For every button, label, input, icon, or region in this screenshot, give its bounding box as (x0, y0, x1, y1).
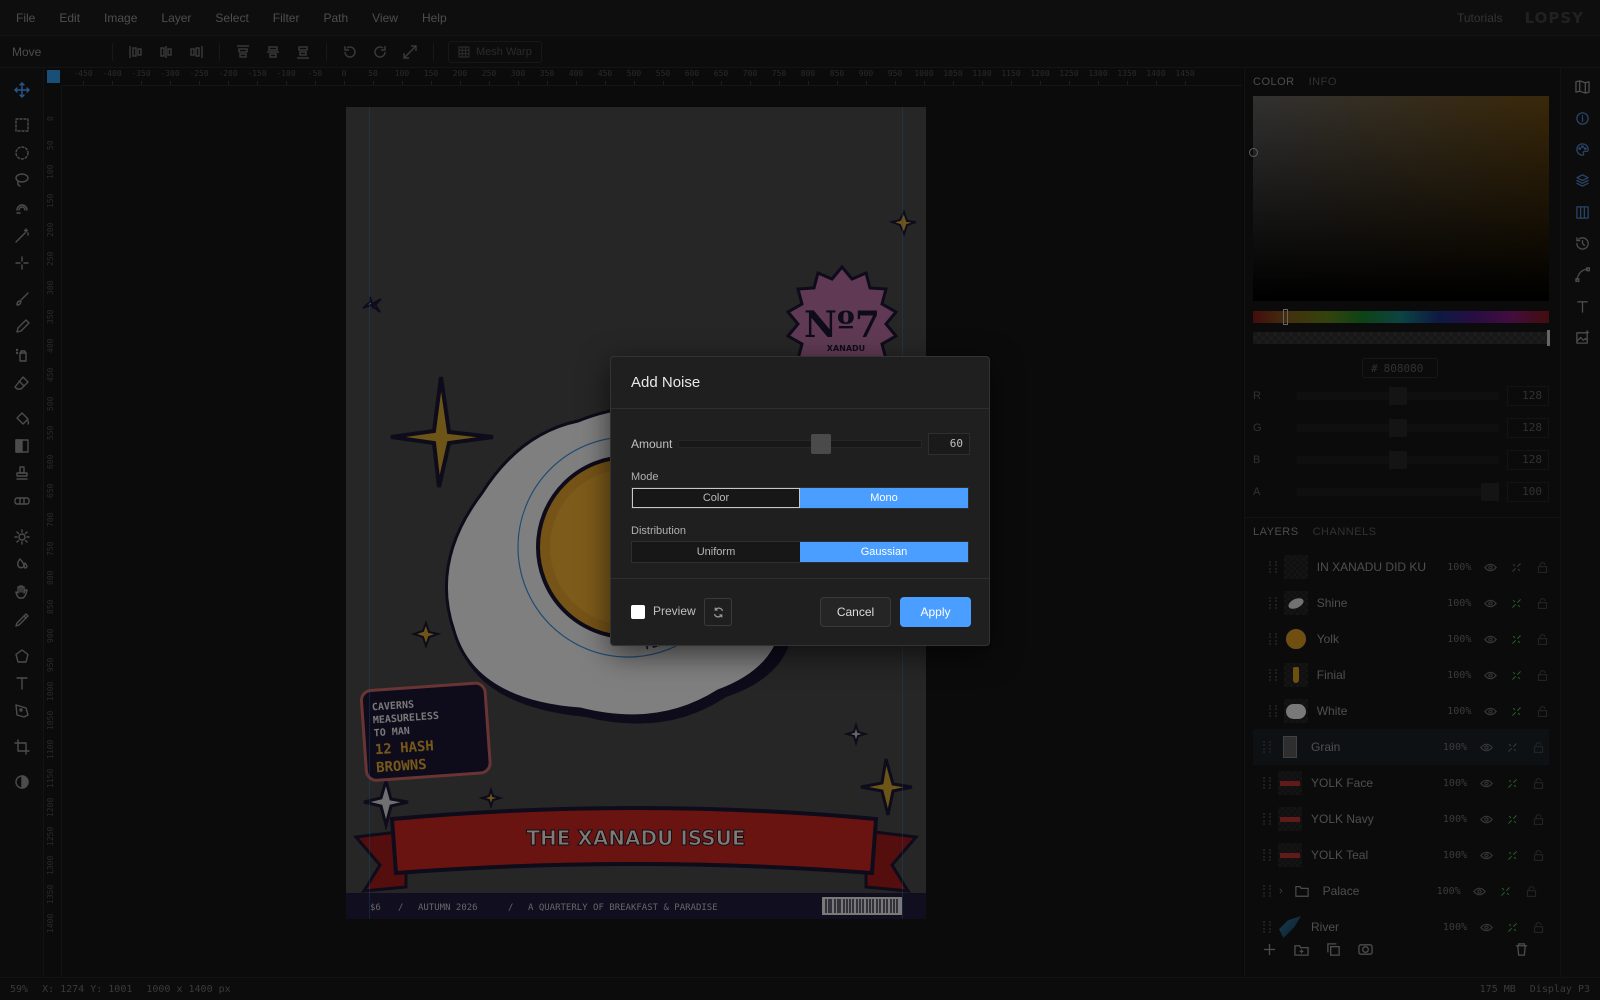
amount-slider[interactable] (678, 434, 922, 454)
cancel-button[interactable]: Cancel (820, 597, 891, 627)
distribution-segmented-control: Uniform Gaussian (631, 541, 969, 563)
amount-slider-thumb[interactable] (811, 434, 832, 454)
amount-row: Amount 60 (631, 432, 971, 456)
mode-mono-button[interactable]: Mono (800, 488, 968, 508)
add-noise-dialog: Add Noise Amount 60 Mode Color Mono Dist… (610, 356, 990, 646)
distribution-gaussian-button[interactable]: Gaussian (800, 542, 968, 562)
preview-checkbox[interactable] (631, 605, 645, 619)
amount-label: Amount (631, 437, 673, 451)
dialog-body: Amount 60 Mode Color Mono Distribution U… (611, 409, 989, 579)
app-window: File Edit Image Layer Select Filter Path… (0, 0, 1600, 1000)
preview-label: Preview (653, 604, 696, 618)
refresh-icon (713, 607, 723, 617)
distribution-label: Distribution (631, 525, 687, 537)
distribution-uniform-button[interactable]: Uniform (632, 542, 800, 562)
dialog-footer: Preview Cancel Apply (611, 579, 989, 645)
dialog-title: Add Noise (611, 357, 989, 409)
reseed-button[interactable] (704, 598, 732, 626)
mode-color-button[interactable]: Color (632, 488, 800, 508)
amount-input[interactable]: 60 (928, 433, 970, 455)
apply-button[interactable]: Apply (900, 597, 971, 627)
mode-label: Mode (631, 471, 659, 483)
mode-segmented-control: Color Mono (631, 487, 969, 509)
